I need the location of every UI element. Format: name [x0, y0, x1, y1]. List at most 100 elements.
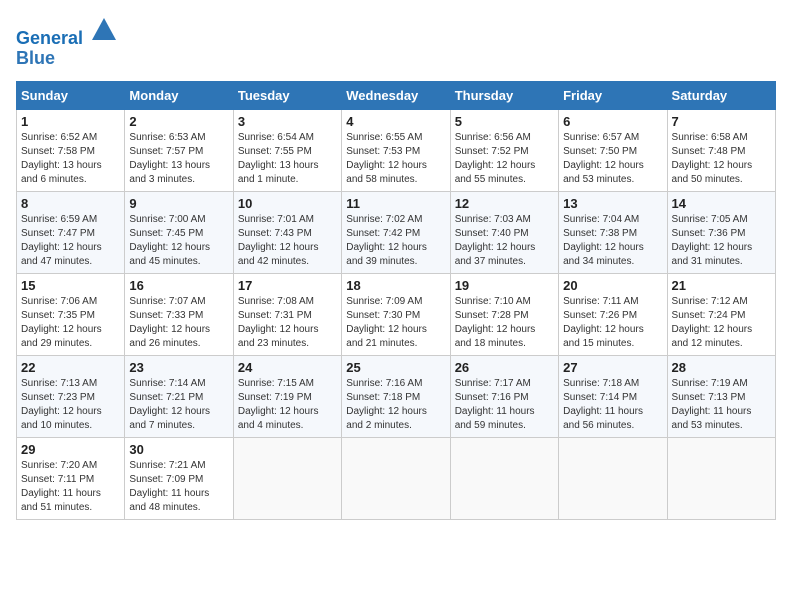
weekday-header: Monday [125, 81, 233, 109]
calendar-day-cell: 27 Sunrise: 7:18 AM Sunset: 7:14 PM Dayli… [559, 355, 667, 437]
day-info: Sunrise: 6:58 AM Sunset: 7:48 PM Dayligh… [672, 131, 771, 187]
page-header: General Blue [16, 16, 776, 69]
calendar-day-cell: 16 Sunrise: 7:07 AM Sunset: 7:33 PM Dayli… [125, 273, 233, 355]
day-info: Sunrise: 7:21 AM Sunset: 7:09 PM Dayligh… [129, 459, 228, 515]
day-info: Sunrise: 7:03 AM Sunset: 7:40 PM Dayligh… [455, 213, 554, 269]
day-info: Sunrise: 6:55 AM Sunset: 7:53 PM Dayligh… [346, 131, 445, 187]
calendar-day-cell: 29Sunrise: 7:20 AM Sunset: 7:11 PM Dayli… [17, 437, 125, 519]
day-info: Sunrise: 7:07 AM Sunset: 7:33 PM Dayligh… [129, 295, 228, 351]
weekday-header: Friday [559, 81, 667, 109]
calendar-day-cell: 22 Sunrise: 7:13 AM Sunset: 7:23 PM Dayli… [17, 355, 125, 437]
calendar-day-cell [342, 437, 450, 519]
calendar-day-cell: 21 Sunrise: 7:12 AM Sunset: 7:24 PM Dayli… [667, 273, 775, 355]
day-info: Sunrise: 7:00 AM Sunset: 7:45 PM Dayligh… [129, 213, 228, 269]
day-info: Sunrise: 7:10 AM Sunset: 7:28 PM Dayligh… [455, 295, 554, 351]
day-number: 12 [455, 196, 554, 211]
weekday-header: Thursday [450, 81, 558, 109]
day-number: 4 [346, 114, 445, 129]
weekday-header: Wednesday [342, 81, 450, 109]
day-info: Sunrise: 7:05 AM Sunset: 7:36 PM Dayligh… [672, 213, 771, 269]
day-number: 27 [563, 360, 662, 375]
calendar-day-cell: 8Sunrise: 6:59 AM Sunset: 7:47 PM Daylig… [17, 191, 125, 273]
calendar-day-cell: 6 Sunrise: 6:57 AM Sunset: 7:50 PM Daylig… [559, 109, 667, 191]
day-number: 15 [21, 278, 120, 293]
day-number: 22 [21, 360, 120, 375]
day-number: 21 [672, 278, 771, 293]
day-number: 30 [129, 442, 228, 457]
day-number: 26 [455, 360, 554, 375]
calendar-day-cell: 15 Sunrise: 7:06 AM Sunset: 7:35 PM Dayli… [17, 273, 125, 355]
day-number: 18 [346, 278, 445, 293]
calendar-day-cell: 12 Sunrise: 7:03 AM Sunset: 7:40 PM Dayli… [450, 191, 558, 273]
day-number: 23 [129, 360, 228, 375]
calendar-week-row: 1 Sunrise: 6:52 AM Sunset: 7:58 PM Daylig… [17, 109, 776, 191]
day-info: Sunrise: 7:01 AM Sunset: 7:43 PM Dayligh… [238, 213, 337, 269]
day-info: Sunrise: 7:09 AM Sunset: 7:30 PM Dayligh… [346, 295, 445, 351]
day-info: Sunrise: 6:52 AM Sunset: 7:58 PM Dayligh… [21, 131, 120, 187]
day-info: Sunrise: 7:13 AM Sunset: 7:23 PM Dayligh… [21, 377, 120, 433]
calendar-day-cell: 18 Sunrise: 7:09 AM Sunset: 7:30 PM Dayli… [342, 273, 450, 355]
day-number: 8 [21, 196, 120, 211]
day-number: 3 [238, 114, 337, 129]
day-info: Sunrise: 7:12 AM Sunset: 7:24 PM Dayligh… [672, 295, 771, 351]
calendar-day-cell [450, 437, 558, 519]
day-info: Sunrise: 7:14 AM Sunset: 7:21 PM Dayligh… [129, 377, 228, 433]
calendar-day-cell: 25 Sunrise: 7:16 AM Sunset: 7:18 PM Dayli… [342, 355, 450, 437]
day-info: Sunrise: 6:57 AM Sunset: 7:50 PM Dayligh… [563, 131, 662, 187]
calendar-week-row: 22 Sunrise: 7:13 AM Sunset: 7:23 PM Dayli… [17, 355, 776, 437]
calendar-day-cell: 24 Sunrise: 7:15 AM Sunset: 7:19 PM Dayli… [233, 355, 341, 437]
calendar-week-row: 8Sunrise: 6:59 AM Sunset: 7:47 PM Daylig… [17, 191, 776, 273]
day-number: 16 [129, 278, 228, 293]
calendar-week-row: 29Sunrise: 7:20 AM Sunset: 7:11 PM Dayli… [17, 437, 776, 519]
day-info: Sunrise: 7:16 AM Sunset: 7:18 PM Dayligh… [346, 377, 445, 433]
calendar-table: SundayMondayTuesdayWednesdayThursdayFrid… [16, 81, 776, 520]
day-info: Sunrise: 7:02 AM Sunset: 7:42 PM Dayligh… [346, 213, 445, 269]
day-number: 7 [672, 114, 771, 129]
calendar-day-cell: 19 Sunrise: 7:10 AM Sunset: 7:28 PM Dayli… [450, 273, 558, 355]
day-info: Sunrise: 7:15 AM Sunset: 7:19 PM Dayligh… [238, 377, 337, 433]
day-number: 17 [238, 278, 337, 293]
day-number: 2 [129, 114, 228, 129]
weekday-header: Tuesday [233, 81, 341, 109]
calendar-day-cell: 10Sunrise: 7:01 AM Sunset: 7:43 PM Dayli… [233, 191, 341, 273]
calendar-day-cell: 3Sunrise: 6:54 AM Sunset: 7:55 PM Daylig… [233, 109, 341, 191]
calendar-day-cell: 17Sunrise: 7:08 AM Sunset: 7:31 PM Dayli… [233, 273, 341, 355]
day-info: Sunrise: 6:56 AM Sunset: 7:52 PM Dayligh… [455, 131, 554, 187]
day-number: 13 [563, 196, 662, 211]
calendar-day-cell: 9 Sunrise: 7:00 AM Sunset: 7:45 PM Daylig… [125, 191, 233, 273]
calendar-day-cell: 26 Sunrise: 7:17 AM Sunset: 7:16 PM Dayli… [450, 355, 558, 437]
calendar-day-cell: 2Sunrise: 6:53 AM Sunset: 7:57 PM Daylig… [125, 109, 233, 191]
calendar-week-row: 15 Sunrise: 7:06 AM Sunset: 7:35 PM Dayli… [17, 273, 776, 355]
day-number: 24 [238, 360, 337, 375]
weekday-header: Saturday [667, 81, 775, 109]
weekday-header: Sunday [17, 81, 125, 109]
day-number: 6 [563, 114, 662, 129]
day-number: 1 [21, 114, 120, 129]
day-number: 5 [455, 114, 554, 129]
day-number: 11 [346, 196, 445, 211]
day-info: Sunrise: 7:06 AM Sunset: 7:35 PM Dayligh… [21, 295, 120, 351]
day-number: 9 [129, 196, 228, 211]
logo-icon [90, 16, 118, 44]
logo-general: General [16, 28, 83, 48]
calendar-day-cell: 5 Sunrise: 6:56 AM Sunset: 7:52 PM Daylig… [450, 109, 558, 191]
calendar-day-cell: 20 Sunrise: 7:11 AM Sunset: 7:26 PM Dayli… [559, 273, 667, 355]
calendar-day-cell: 4 Sunrise: 6:55 AM Sunset: 7:53 PM Daylig… [342, 109, 450, 191]
calendar-day-cell [667, 437, 775, 519]
day-info: Sunrise: 7:11 AM Sunset: 7:26 PM Dayligh… [563, 295, 662, 351]
calendar-day-cell: 7 Sunrise: 6:58 AM Sunset: 7:48 PM Daylig… [667, 109, 775, 191]
calendar-day-cell: 28Sunrise: 7:19 AM Sunset: 7:13 PM Dayli… [667, 355, 775, 437]
calendar-day-cell: 1 Sunrise: 6:52 AM Sunset: 7:58 PM Daylig… [17, 109, 125, 191]
day-number: 19 [455, 278, 554, 293]
calendar-day-cell: 11 Sunrise: 7:02 AM Sunset: 7:42 PM Dayli… [342, 191, 450, 273]
day-number: 14 [672, 196, 771, 211]
day-number: 28 [672, 360, 771, 375]
day-info: Sunrise: 7:18 AM Sunset: 7:14 PM Dayligh… [563, 377, 662, 433]
logo-blue: Blue [16, 48, 55, 68]
calendar-day-cell [559, 437, 667, 519]
day-number: 20 [563, 278, 662, 293]
day-number: 25 [346, 360, 445, 375]
calendar-body: 1 Sunrise: 6:52 AM Sunset: 7:58 PM Daylig… [17, 109, 776, 519]
day-info: Sunrise: 7:17 AM Sunset: 7:16 PM Dayligh… [455, 377, 554, 433]
logo: General Blue [16, 16, 118, 69]
